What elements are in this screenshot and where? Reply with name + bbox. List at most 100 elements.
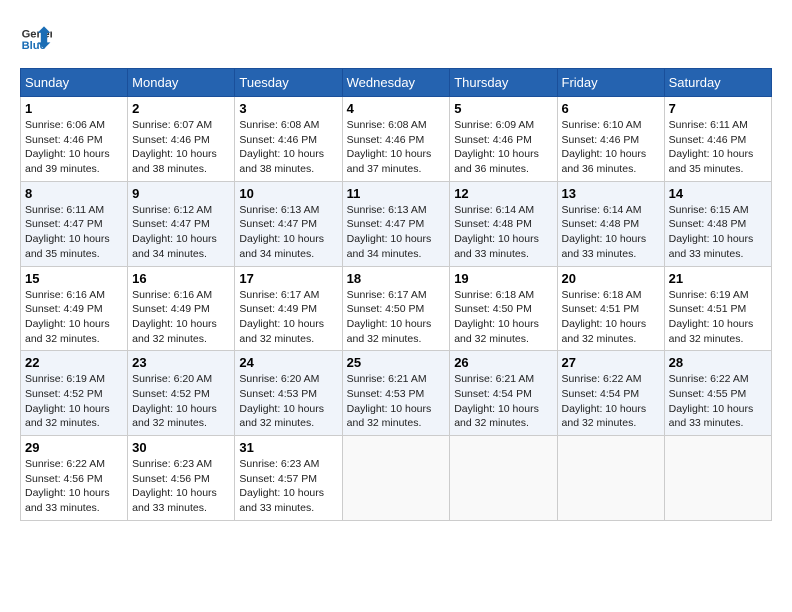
- day-number: 18: [347, 271, 446, 286]
- weekday-header-thursday: Thursday: [450, 69, 557, 97]
- day-number: 15: [25, 271, 123, 286]
- day-info: Sunrise: 6:18 AM Sunset: 4:51 PM Dayligh…: [562, 288, 660, 347]
- calendar-day-cell: 1 Sunrise: 6:06 AM Sunset: 4:46 PM Dayli…: [21, 97, 128, 182]
- day-number: 22: [25, 355, 123, 370]
- day-info: Sunrise: 6:23 AM Sunset: 4:57 PM Dayligh…: [239, 457, 337, 516]
- weekday-header-sunday: Sunday: [21, 69, 128, 97]
- calendar-day-cell: 15 Sunrise: 6:16 AM Sunset: 4:49 PM Dayl…: [21, 266, 128, 351]
- day-number: 9: [132, 186, 230, 201]
- calendar-day-cell: 24 Sunrise: 6:20 AM Sunset: 4:53 PM Dayl…: [235, 351, 342, 436]
- calendar-day-cell: 16 Sunrise: 6:16 AM Sunset: 4:49 PM Dayl…: [128, 266, 235, 351]
- calendar-day-cell: 20 Sunrise: 6:18 AM Sunset: 4:51 PM Dayl…: [557, 266, 664, 351]
- calendar-week-row: 8 Sunrise: 6:11 AM Sunset: 4:47 PM Dayli…: [21, 181, 772, 266]
- day-info: Sunrise: 6:13 AM Sunset: 4:47 PM Dayligh…: [239, 203, 337, 262]
- day-number: 8: [25, 186, 123, 201]
- calendar-week-row: 15 Sunrise: 6:16 AM Sunset: 4:49 PM Dayl…: [21, 266, 772, 351]
- calendar-day-cell: 4 Sunrise: 6:08 AM Sunset: 4:46 PM Dayli…: [342, 97, 450, 182]
- day-number: 28: [669, 355, 767, 370]
- day-number: 4: [347, 101, 446, 116]
- calendar-day-cell: 8 Sunrise: 6:11 AM Sunset: 4:47 PM Dayli…: [21, 181, 128, 266]
- day-number: 31: [239, 440, 337, 455]
- calendar-day-cell: 3 Sunrise: 6:08 AM Sunset: 4:46 PM Dayli…: [235, 97, 342, 182]
- calendar-day-cell: [664, 436, 771, 521]
- day-info: Sunrise: 6:14 AM Sunset: 4:48 PM Dayligh…: [562, 203, 660, 262]
- day-info: Sunrise: 6:20 AM Sunset: 4:53 PM Dayligh…: [239, 372, 337, 431]
- calendar-day-cell: 28 Sunrise: 6:22 AM Sunset: 4:55 PM Dayl…: [664, 351, 771, 436]
- day-number: 25: [347, 355, 446, 370]
- day-number: 1: [25, 101, 123, 116]
- calendar-week-row: 1 Sunrise: 6:06 AM Sunset: 4:46 PM Dayli…: [21, 97, 772, 182]
- day-info: Sunrise: 6:06 AM Sunset: 4:46 PM Dayligh…: [25, 118, 123, 177]
- day-info: Sunrise: 6:08 AM Sunset: 4:46 PM Dayligh…: [239, 118, 337, 177]
- day-info: Sunrise: 6:19 AM Sunset: 4:51 PM Dayligh…: [669, 288, 767, 347]
- calendar-day-cell: [342, 436, 450, 521]
- calendar-day-cell: [557, 436, 664, 521]
- day-number: 5: [454, 101, 552, 116]
- calendar-day-cell: 13 Sunrise: 6:14 AM Sunset: 4:48 PM Dayl…: [557, 181, 664, 266]
- day-number: 3: [239, 101, 337, 116]
- calendar-day-cell: 14 Sunrise: 6:15 AM Sunset: 4:48 PM Dayl…: [664, 181, 771, 266]
- day-number: 10: [239, 186, 337, 201]
- page-header: General Blue: [20, 20, 772, 52]
- weekday-header-wednesday: Wednesday: [342, 69, 450, 97]
- logo: General Blue: [20, 20, 58, 52]
- day-number: 7: [669, 101, 767, 116]
- weekday-header-friday: Friday: [557, 69, 664, 97]
- day-info: Sunrise: 6:11 AM Sunset: 4:46 PM Dayligh…: [669, 118, 767, 177]
- calendar-day-cell: 31 Sunrise: 6:23 AM Sunset: 4:57 PM Dayl…: [235, 436, 342, 521]
- calendar-day-cell: 25 Sunrise: 6:21 AM Sunset: 4:53 PM Dayl…: [342, 351, 450, 436]
- day-number: 20: [562, 271, 660, 286]
- day-info: Sunrise: 6:16 AM Sunset: 4:49 PM Dayligh…: [132, 288, 230, 347]
- day-number: 26: [454, 355, 552, 370]
- calendar-week-row: 22 Sunrise: 6:19 AM Sunset: 4:52 PM Dayl…: [21, 351, 772, 436]
- day-info: Sunrise: 6:23 AM Sunset: 4:56 PM Dayligh…: [132, 457, 230, 516]
- calendar-day-cell: 30 Sunrise: 6:23 AM Sunset: 4:56 PM Dayl…: [128, 436, 235, 521]
- day-info: Sunrise: 6:20 AM Sunset: 4:52 PM Dayligh…: [132, 372, 230, 431]
- calendar-day-cell: 22 Sunrise: 6:19 AM Sunset: 4:52 PM Dayl…: [21, 351, 128, 436]
- calendar-body: 1 Sunrise: 6:06 AM Sunset: 4:46 PM Dayli…: [21, 97, 772, 521]
- calendar-day-cell: 12 Sunrise: 6:14 AM Sunset: 4:48 PM Dayl…: [450, 181, 557, 266]
- calendar-day-cell: 9 Sunrise: 6:12 AM Sunset: 4:47 PM Dayli…: [128, 181, 235, 266]
- weekday-header-saturday: Saturday: [664, 69, 771, 97]
- weekday-header-tuesday: Tuesday: [235, 69, 342, 97]
- calendar-day-cell: 6 Sunrise: 6:10 AM Sunset: 4:46 PM Dayli…: [557, 97, 664, 182]
- day-number: 2: [132, 101, 230, 116]
- weekday-header-monday: Monday: [128, 69, 235, 97]
- day-number: 11: [347, 186, 446, 201]
- calendar-day-cell: 7 Sunrise: 6:11 AM Sunset: 4:46 PM Dayli…: [664, 97, 771, 182]
- logo-icon: General Blue: [20, 20, 52, 52]
- day-number: 24: [239, 355, 337, 370]
- day-number: 12: [454, 186, 552, 201]
- calendar-week-row: 29 Sunrise: 6:22 AM Sunset: 4:56 PM Dayl…: [21, 436, 772, 521]
- day-info: Sunrise: 6:17 AM Sunset: 4:49 PM Dayligh…: [239, 288, 337, 347]
- day-info: Sunrise: 6:22 AM Sunset: 4:55 PM Dayligh…: [669, 372, 767, 431]
- day-info: Sunrise: 6:15 AM Sunset: 4:48 PM Dayligh…: [669, 203, 767, 262]
- day-number: 14: [669, 186, 767, 201]
- day-info: Sunrise: 6:16 AM Sunset: 4:49 PM Dayligh…: [25, 288, 123, 347]
- day-info: Sunrise: 6:14 AM Sunset: 4:48 PM Dayligh…: [454, 203, 552, 262]
- day-number: 30: [132, 440, 230, 455]
- day-number: 23: [132, 355, 230, 370]
- day-number: 27: [562, 355, 660, 370]
- calendar-day-cell: 26 Sunrise: 6:21 AM Sunset: 4:54 PM Dayl…: [450, 351, 557, 436]
- calendar-day-cell: 5 Sunrise: 6:09 AM Sunset: 4:46 PM Dayli…: [450, 97, 557, 182]
- calendar-day-cell: 23 Sunrise: 6:20 AM Sunset: 4:52 PM Dayl…: [128, 351, 235, 436]
- day-info: Sunrise: 6:22 AM Sunset: 4:56 PM Dayligh…: [25, 457, 123, 516]
- calendar-day-cell: 18 Sunrise: 6:17 AM Sunset: 4:50 PM Dayl…: [342, 266, 450, 351]
- calendar-day-cell: 11 Sunrise: 6:13 AM Sunset: 4:47 PM Dayl…: [342, 181, 450, 266]
- calendar-day-cell: 2 Sunrise: 6:07 AM Sunset: 4:46 PM Dayli…: [128, 97, 235, 182]
- day-info: Sunrise: 6:13 AM Sunset: 4:47 PM Dayligh…: [347, 203, 446, 262]
- day-info: Sunrise: 6:18 AM Sunset: 4:50 PM Dayligh…: [454, 288, 552, 347]
- day-info: Sunrise: 6:21 AM Sunset: 4:54 PM Dayligh…: [454, 372, 552, 431]
- day-number: 13: [562, 186, 660, 201]
- day-number: 16: [132, 271, 230, 286]
- calendar-day-cell: 17 Sunrise: 6:17 AM Sunset: 4:49 PM Dayl…: [235, 266, 342, 351]
- day-number: 29: [25, 440, 123, 455]
- calendar-day-cell: 27 Sunrise: 6:22 AM Sunset: 4:54 PM Dayl…: [557, 351, 664, 436]
- day-number: 6: [562, 101, 660, 116]
- day-info: Sunrise: 6:12 AM Sunset: 4:47 PM Dayligh…: [132, 203, 230, 262]
- calendar-day-cell: [450, 436, 557, 521]
- day-number: 19: [454, 271, 552, 286]
- day-info: Sunrise: 6:21 AM Sunset: 4:53 PM Dayligh…: [347, 372, 446, 431]
- calendar-day-cell: 19 Sunrise: 6:18 AM Sunset: 4:50 PM Dayl…: [450, 266, 557, 351]
